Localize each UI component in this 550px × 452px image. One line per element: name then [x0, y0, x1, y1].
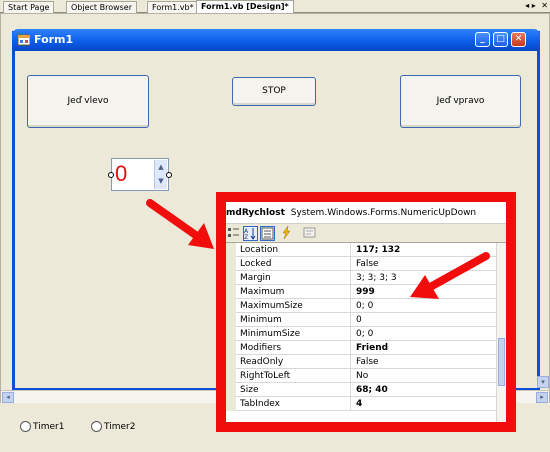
property-row[interactable]: MinimumSize 0; 0 — [226, 327, 496, 341]
events-icon[interactable] — [279, 225, 294, 241]
property-row[interactable]: ReadOnly False — [226, 355, 496, 369]
maximize-button[interactable]: □ — [493, 32, 508, 47]
stop-button[interactable]: STOP — [232, 77, 316, 106]
close-document-icon[interactable]: ✕ — [541, 1, 548, 10]
move-right-button[interactable]: Jeď vpravo — [400, 75, 521, 128]
row-gutter — [226, 285, 236, 299]
property-value[interactable]: 3; 3; 3; 3 — [356, 271, 494, 285]
property-value[interactable]: Friend — [356, 341, 494, 355]
property-name: ReadOnly — [240, 355, 351, 369]
row-gutter — [226, 299, 236, 313]
tab-form1-design[interactable]: Form1.vb [Design]* — [196, 0, 294, 13]
property-value[interactable]: No — [356, 369, 494, 383]
property-value[interactable]: False — [356, 355, 494, 369]
spin-down-icon[interactable]: ▼ — [155, 174, 167, 188]
property-row[interactable]: RightToLeft No — [226, 369, 496, 383]
row-gutter — [226, 271, 236, 285]
row-gutter — [226, 369, 236, 383]
property-row[interactable]: MaximumSize 0; 0 — [226, 299, 496, 313]
minimize-button[interactable]: _ — [475, 32, 490, 47]
tab-scroll-icon[interactable]: ◂ ▸ — [525, 1, 536, 10]
spin-up-icon[interactable]: ▲ — [155, 160, 167, 174]
property-row[interactable]: Locked False — [226, 257, 496, 271]
property-name: Location — [240, 243, 351, 257]
scrollbar-thumb[interactable] — [498, 338, 505, 386]
resize-grip-right[interactable] — [166, 172, 172, 178]
form-title: Form1 — [34, 33, 74, 46]
property-value[interactable]: 68; 40 — [356, 383, 494, 397]
row-gutter — [226, 327, 236, 341]
move-left-button[interactable]: Jeď vlevo — [27, 75, 149, 128]
property-name: MaximumSize — [240, 299, 351, 313]
property-value[interactable]: 0; 0 — [356, 327, 494, 341]
timer2-label: Timer2 — [104, 422, 136, 432]
property-value[interactable]: 0 — [356, 313, 494, 327]
property-row[interactable]: Minimum 0 — [226, 313, 496, 327]
alphabetical-icon[interactable]: AZ — [243, 226, 258, 241]
row-gutter — [226, 383, 236, 397]
tab-start-page[interactable]: Start Page — [3, 1, 55, 13]
svg-text:Z: Z — [244, 234, 248, 240]
close-button[interactable]: ✕ — [511, 32, 526, 47]
row-gutter — [226, 355, 236, 369]
properties-panel: mdRychlost System.Windows.Forms.NumericU… — [216, 192, 516, 432]
property-row[interactable]: TabIndex 4 — [226, 397, 496, 411]
property-name: Maximum — [240, 285, 351, 299]
tab-object-browser[interactable]: Object Browser — [66, 1, 138, 13]
properties-icon[interactable] — [260, 226, 275, 241]
property-row[interactable]: Margin 3; 3; 3; 3 — [226, 271, 496, 285]
property-value[interactable]: 0; 0 — [356, 299, 494, 313]
property-name: TabIndex — [240, 397, 351, 411]
property-list-scrollbar[interactable] — [496, 243, 506, 422]
form-titlebar[interactable]: Form1 _ □ ✕ — [12, 29, 540, 51]
property-value[interactable]: 999 — [356, 285, 494, 299]
property-name: Minimum — [240, 313, 351, 327]
form-icon — [18, 34, 30, 46]
property-row[interactable]: Modifiers Friend — [226, 341, 496, 355]
scroll-down-icon[interactable]: ▾ — [537, 376, 549, 388]
scroll-right-icon[interactable]: ▸ — [536, 392, 548, 403]
row-gutter — [226, 341, 236, 355]
object-type: System.Windows.Forms.NumericUpDown — [290, 208, 477, 218]
property-row[interactable]: Size 68; 40 — [226, 383, 496, 397]
property-name: MinimumSize — [240, 327, 351, 341]
property-row[interactable]: Maximum 999 — [226, 285, 496, 299]
property-name: Size — [240, 383, 351, 397]
property-name: Margin — [240, 271, 351, 285]
property-name: Modifiers — [240, 341, 351, 355]
categorized-icon[interactable] — [226, 226, 241, 241]
row-gutter — [226, 313, 236, 327]
timer1-label: Timer1 — [33, 422, 65, 432]
timer-icon — [91, 421, 102, 432]
property-row[interactable]: Location 117; 132 — [226, 243, 496, 257]
timer2-component[interactable]: Timer2 — [91, 421, 135, 433]
tab-form1-code[interactable]: Form1.vb* — [147, 1, 199, 13]
property-name: Locked — [240, 257, 351, 271]
numeric-value[interactable]: 0 — [115, 160, 127, 188]
property-list: Location 117; 132 Locked False Margin 3; 3; 3… — [226, 243, 496, 422]
property-value[interactable]: False — [356, 257, 494, 271]
row-gutter — [226, 397, 236, 411]
row-gutter — [226, 257, 236, 271]
property-pages-icon[interactable] — [302, 226, 317, 241]
row-gutter — [226, 243, 236, 257]
speed-numeric-updown[interactable]: 0 ▲ ▼ — [111, 158, 169, 191]
tab-controls: ◂ ▸ ✕ — [525, 0, 548, 12]
property-toolbar: AZ — [226, 224, 506, 243]
object-name: mdRychlost — [226, 208, 285, 218]
timer1-component[interactable]: Timer1 — [20, 421, 64, 433]
document-tab-strip: Start Page Object Browser Form1.vb* Form… — [0, 0, 550, 13]
property-value[interactable]: 117; 132 — [356, 243, 494, 257]
resize-grip-left[interactable] — [108, 172, 114, 178]
timer-icon — [20, 421, 31, 432]
scroll-left-icon[interactable]: ◂ — [2, 392, 14, 403]
property-value[interactable]: 4 — [356, 397, 494, 411]
property-object-selector[interactable]: mdRychlost System.Windows.Forms.NumericU… — [226, 202, 506, 224]
property-name: RightToLeft — [240, 369, 351, 383]
